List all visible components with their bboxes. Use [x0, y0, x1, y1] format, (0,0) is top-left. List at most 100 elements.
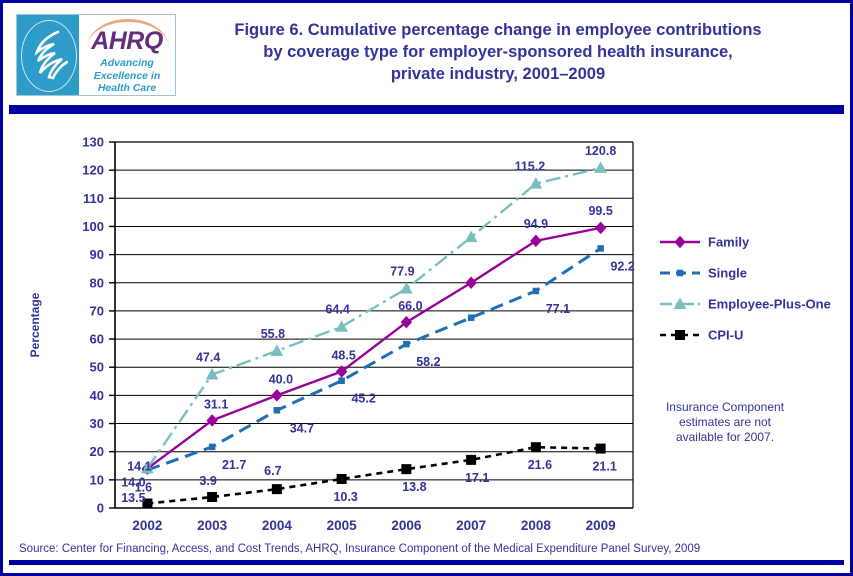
y-tick-label: 110	[83, 191, 104, 206]
data-series-group	[141, 161, 607, 509]
data-point-label: 17.1	[465, 471, 489, 485]
data-point-label: 48.5	[331, 348, 355, 362]
data-point-label: 66.0	[398, 299, 422, 313]
marker-triangle	[594, 161, 607, 173]
data-point-label: 21.6	[528, 458, 552, 472]
marker-square	[271, 484, 282, 495]
marker-square	[403, 340, 410, 348]
y-tick-label: 70	[90, 303, 104, 318]
marker-diamond	[271, 389, 283, 402]
ahrq-wordmark: AHRQ Advancing Excellence in Health Care	[79, 15, 175, 95]
data-point-label: 77.9	[390, 265, 414, 279]
data-point-label: 47.4	[196, 351, 220, 365]
marker-triangle	[335, 320, 348, 332]
marker-square	[207, 492, 218, 503]
ahrq-tagline-line2: Excellence in	[93, 69, 161, 82]
x-tick-label: 2007	[456, 518, 486, 533]
marker-square	[467, 314, 475, 321]
data-point-label: 10.3	[333, 490, 357, 504]
marker-diamond	[594, 221, 607, 235]
ahrq-logo: AHRQ Advancing Excellence in Health Care	[16, 14, 176, 96]
data-point-label: 13.8	[402, 480, 426, 494]
marker-square	[676, 269, 684, 277]
marker-triangle	[400, 282, 413, 294]
hhs-eagle-seal-icon	[17, 15, 79, 95]
x-tick-label: 2008	[521, 518, 552, 533]
y-tick-label: 10	[90, 472, 104, 487]
source-note: Source: Center for Financing, Access, an…	[19, 543, 701, 555]
y-tick-label: 50	[90, 360, 104, 375]
marker-triangle	[464, 230, 478, 243]
marker-diamond	[465, 276, 477, 290]
y-tick-label: 80	[90, 275, 104, 290]
y-tick-label: 120	[82, 163, 104, 178]
data-point-label: 58.2	[416, 355, 440, 369]
ahrq-tagline: Advancing Excellence in Health Care	[79, 57, 175, 95]
series-line	[146, 226, 601, 470]
y-axis-tick-labels: 0 10 20 30 40 50 60 70 80 90 100 110 120 130	[82, 135, 104, 516]
ahrq-tagline-line3: Health Care	[97, 82, 157, 94]
marker-square	[273, 407, 281, 414]
legend-label: Employee-Plus-One	[708, 297, 831, 312]
x-tick-label: 2009	[586, 518, 616, 533]
marker-square	[338, 377, 345, 384]
y-tick-label: 60	[90, 332, 104, 347]
ahrq-abbr: AHRQ	[91, 27, 163, 55]
x-tick-label: 2006	[391, 518, 422, 533]
title-line-1: Figure 6. Cumulative percentage change i…	[234, 21, 762, 39]
data-point-label: 64.4	[325, 303, 349, 317]
marker-square	[466, 454, 477, 465]
data-point-label: 3.9	[199, 474, 216, 488]
title-line-3: private industry, 2001–2009	[390, 65, 606, 83]
marker-square	[595, 443, 606, 454]
marker-square	[401, 464, 412, 475]
data-point-label: 120.8	[585, 144, 616, 158]
x-tick-label: 2002	[132, 518, 162, 533]
data-point-label: 34.7	[290, 421, 314, 435]
line-chart: 0 10 20 30 40 50 60 70 80 90 100 110 120 130 2002 2003…	[28, 135, 831, 534]
data-point-label: 94.9	[524, 217, 548, 231]
data-point-label: 55.8	[261, 327, 285, 341]
data-point-label: 6.7	[264, 464, 281, 478]
data-point-label: 92.2	[610, 259, 634, 273]
data-point-label: 40.0	[269, 372, 293, 386]
note-line: Insurance Component	[666, 400, 785, 414]
legend-label: CPI-U	[708, 328, 743, 343]
legend-label: Family	[708, 235, 750, 250]
marker-diamond	[530, 234, 542, 248]
data-point-label: 77.1	[546, 302, 570, 316]
data-point-label: 14.1	[127, 459, 151, 473]
y-tick-label: 0	[97, 501, 104, 516]
data-point-label: 115.2	[515, 160, 546, 174]
marker-square	[532, 287, 540, 295]
header: AHRQ Advancing Excellence in Health Care…	[3, 3, 850, 114]
y-tick-label: 20	[90, 444, 104, 459]
footer-divider	[9, 560, 844, 565]
note-line: available for 2007.	[676, 430, 774, 444]
note-line: estimates are not	[679, 415, 772, 429]
ahrq-tagline-line1: Advancing	[100, 57, 154, 69]
marker-triangle	[270, 344, 284, 356]
y-tick-label: 130	[82, 135, 104, 150]
y-tick-label: 90	[90, 247, 104, 262]
y-axis-title-text: Percentage	[28, 292, 42, 357]
y-axis-title: Percentage	[28, 292, 42, 357]
y-tick-label: 30	[90, 416, 104, 431]
data-point-label: 45.2	[351, 392, 375, 406]
data-point-label: 21.7	[222, 458, 246, 472]
figure-page: AHRQ Advancing Excellence in Health Care…	[0, 0, 853, 576]
marker-square	[597, 245, 604, 252]
data-point-label: 1.6	[135, 480, 152, 494]
chart-legend: Family Single Employee-Plus-One CPI-U	[660, 235, 831, 343]
data-point-label: 31.1	[204, 397, 228, 411]
legend-label: Single	[708, 266, 747, 281]
marker-square	[336, 474, 347, 485]
x-tick-label: 2004	[262, 518, 293, 533]
header-divider	[9, 105, 844, 114]
x-axis-tick-labels: 2002 2003 2004 2005 2006 2007 2008 2009	[132, 518, 615, 533]
x-tick-label: 2005	[327, 518, 358, 533]
marker-diamond	[674, 235, 686, 249]
x-tick-label: 2003	[197, 518, 228, 533]
title-line-2: by coverage type for employer-sponsored …	[263, 43, 733, 61]
figure-title: Figure 6. Cumulative percentage change i…	[183, 19, 813, 85]
